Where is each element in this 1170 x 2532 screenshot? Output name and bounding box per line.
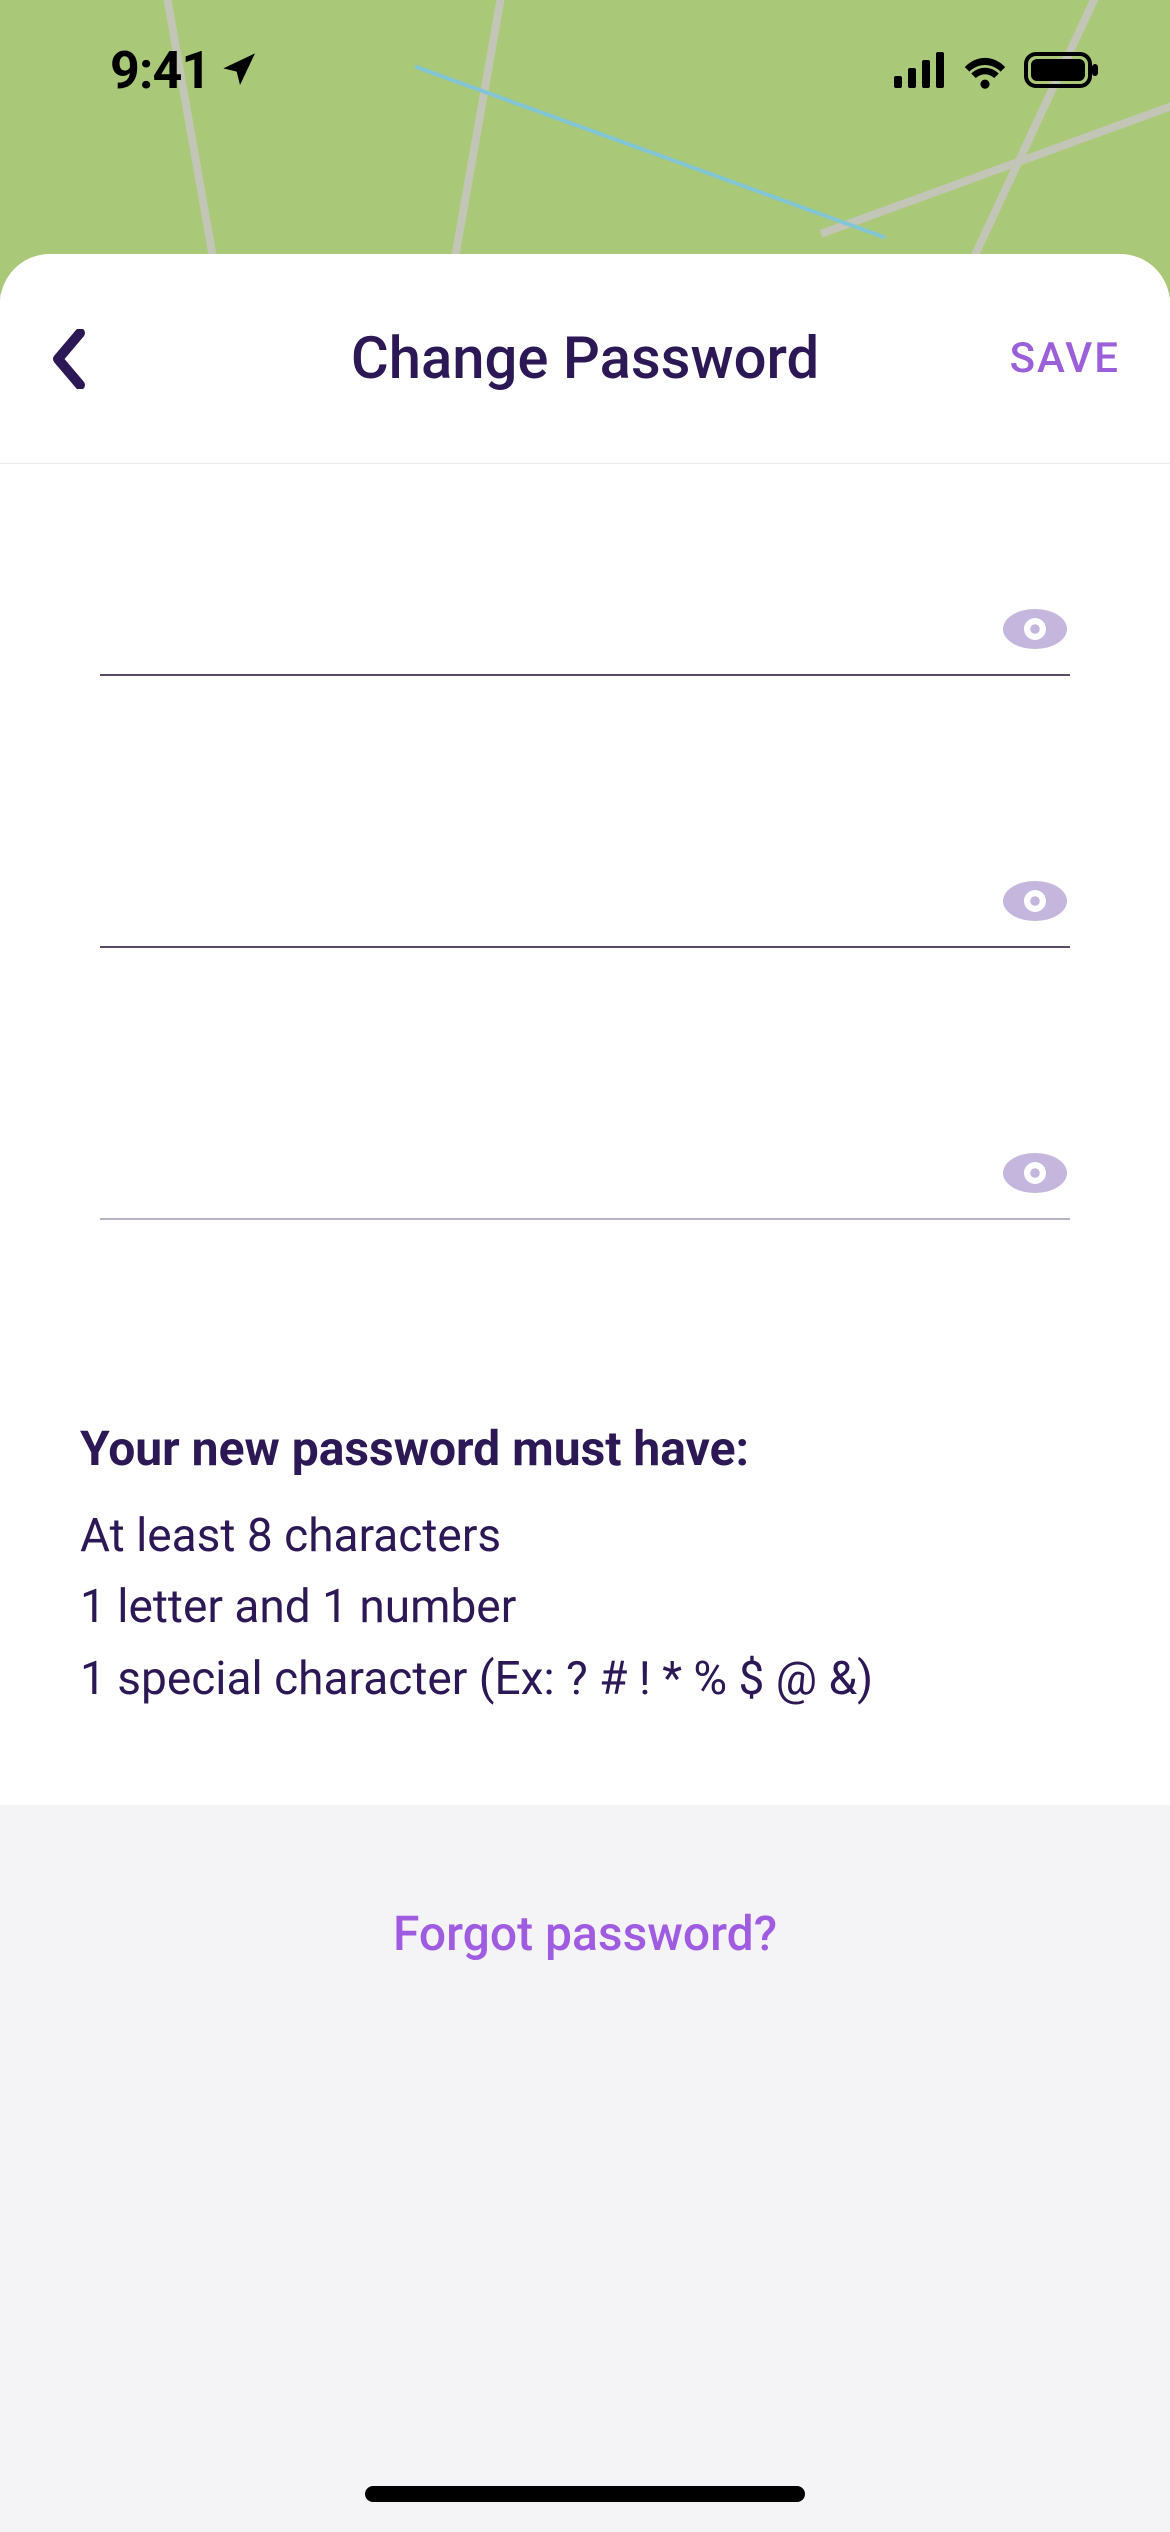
requirement-item: 1 letter and 1 number — [80, 1572, 1090, 1643]
chevron-left-icon — [50, 329, 86, 389]
toggle-visibility-button[interactable] — [1000, 876, 1070, 926]
new-password-row — [100, 856, 1070, 948]
page-title: Change Password — [351, 325, 819, 393]
home-indicator[interactable] — [365, 2486, 805, 2502]
header-bar: Change Password SAVE — [0, 254, 1170, 464]
toggle-visibility-button[interactable] — [1000, 1148, 1070, 1198]
requirement-item: 1 special character (Ex: ? # ! * % $ @ &… — [80, 1644, 1090, 1715]
battery-icon — [1024, 51, 1100, 89]
confirm-password-row — [100, 1128, 1070, 1220]
status-time: 9:41 — [110, 40, 210, 101]
eye-icon — [1002, 879, 1068, 923]
confirm-password-input[interactable] — [100, 1128, 1000, 1198]
password-requirements: Your new password must have: At least 8 … — [0, 1300, 1170, 1805]
cellular-signal-icon — [894, 51, 946, 89]
new-password-input[interactable] — [100, 856, 1000, 926]
forgot-password-area: Forgot password? — [0, 1805, 1170, 2062]
current-password-input[interactable] — [100, 584, 1000, 654]
current-password-row — [100, 584, 1070, 676]
eye-icon — [1002, 1151, 1068, 1195]
eye-icon — [1002, 607, 1068, 651]
save-button-label: SAVE — [1010, 334, 1120, 383]
back-button[interactable] — [50, 319, 130, 399]
status-bar: 9:41 — [0, 0, 1170, 140]
wifi-icon — [960, 51, 1010, 89]
toggle-visibility-button[interactable] — [1000, 604, 1070, 654]
forgot-password-link[interactable]: Forgot password? — [393, 1905, 777, 1962]
location-icon — [220, 50, 260, 90]
requirements-title: Your new password must have: — [80, 1420, 1090, 1477]
requirement-item: At least 8 characters — [80, 1501, 1090, 1572]
modal-sheet: Change Password SAVE — [0, 254, 1170, 2532]
save-button[interactable]: SAVE — [1010, 334, 1120, 383]
password-form — [0, 464, 1170, 1300]
